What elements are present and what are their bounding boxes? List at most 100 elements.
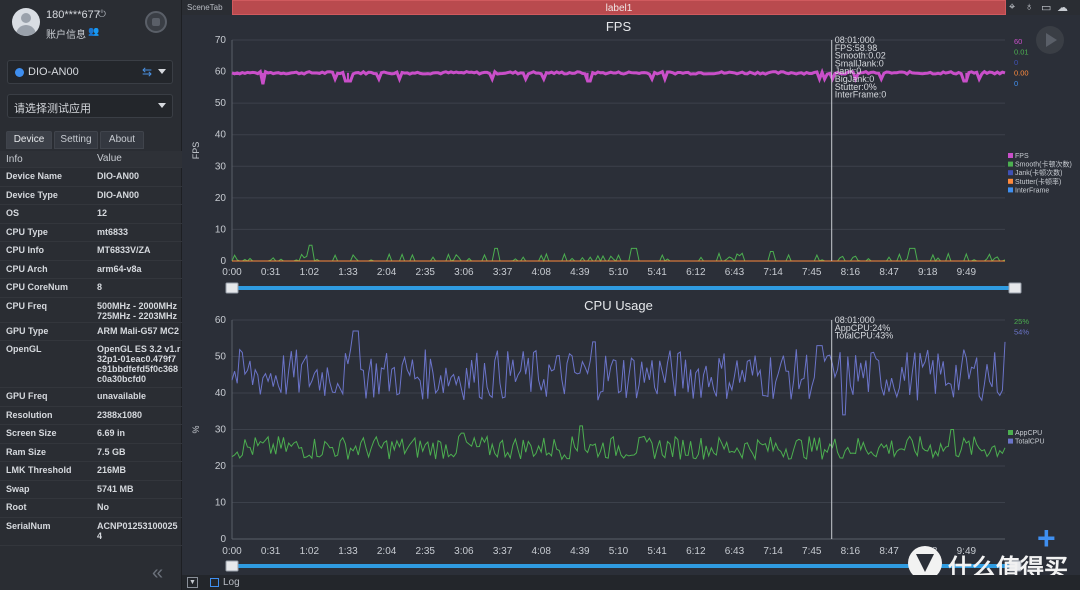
info-key: CPU CoreNum xyxy=(6,282,69,292)
x-tick-label: 9:18 xyxy=(918,267,938,278)
right-value: 0.00 xyxy=(1014,69,1029,78)
log-label: Log xyxy=(223,577,240,588)
info-key: Root xyxy=(6,502,27,512)
avatar[interactable] xyxy=(12,8,40,36)
play-button[interactable] xyxy=(1036,26,1064,54)
table-row: CPU Freq 500MHz - 2000MHz 725MHz - 2203MH… xyxy=(0,298,182,323)
table-row: Device Type DIO-AN00 xyxy=(0,187,182,205)
account-info-link[interactable]: 账户信息 xyxy=(46,26,86,41)
x-tick-label: 7:45 xyxy=(802,546,822,557)
info-key: SerialNum xyxy=(6,520,51,531)
app-select-value: 请选择测试应用 xyxy=(14,103,91,115)
legend-swatch xyxy=(1008,438,1013,444)
chart-title: CPU Usage xyxy=(584,298,653,313)
legend-label: TotalCPU xyxy=(1015,439,1045,446)
device-icon xyxy=(15,68,24,77)
time-slider-track xyxy=(232,564,1015,568)
expand-dropdown-icon[interactable]: ▼ xyxy=(187,577,198,588)
info-key: Swap xyxy=(6,483,30,494)
y-tick-label: 30 xyxy=(215,161,227,172)
info-key: Resolution xyxy=(6,409,53,420)
y-tick-label: 60 xyxy=(215,67,227,78)
legend-label: AppCPU xyxy=(1015,430,1042,437)
scene-tab[interactable]: SceneTab xyxy=(182,0,232,15)
log-checkbox[interactable] xyxy=(210,578,219,587)
table-row: CPU Info MT6833V/ZA xyxy=(0,242,182,261)
cursor-readout: TotalCPU:43% xyxy=(835,331,894,341)
pin-icon[interactable]: ♁ xyxy=(1025,1,1033,13)
device-select[interactable]: DIO-AN00 ⇆ xyxy=(7,60,173,84)
x-tick-label: 2:35 xyxy=(416,267,436,278)
info-value: arm64-v8a xyxy=(97,263,142,274)
slider-handle-left[interactable] xyxy=(225,282,239,294)
chevron-down-icon xyxy=(158,103,166,108)
x-tick-label: 5:41 xyxy=(647,546,667,557)
x-tick-label: 2:04 xyxy=(377,546,397,557)
location-icon[interactable]: ⌖ xyxy=(1009,1,1015,14)
collapse-sidebar-icon[interactable]: « xyxy=(152,562,163,585)
cloud-icon[interactable]: ☁ xyxy=(1057,1,1068,14)
right-value: 0 xyxy=(1014,58,1018,67)
info-key: CPU Freq xyxy=(6,300,48,311)
info-value: No xyxy=(97,502,109,512)
info-key: OpenGL xyxy=(6,344,42,354)
x-tick-label: 3:06 xyxy=(454,267,474,278)
table-row: GPU Freq unavailable xyxy=(0,388,182,407)
x-tick-label: 8:47 xyxy=(879,546,899,557)
x-tick-label: 3:37 xyxy=(493,267,513,278)
account-icon: 👥 xyxy=(88,26,100,36)
x-tick-label: 2:04 xyxy=(377,267,397,278)
y-tick-label: 20 xyxy=(215,461,227,472)
x-tick-label: 1:33 xyxy=(338,267,358,278)
info-value: 5741 MB xyxy=(97,483,134,494)
slider-handle-left[interactable] xyxy=(225,560,239,572)
info-value: 216MB xyxy=(97,465,127,475)
info-value: 6.69 in xyxy=(97,428,126,438)
table-row: CPU Arch arm64-v8a xyxy=(0,261,182,279)
x-tick-label: 6:12 xyxy=(686,267,706,278)
slider-handle-right[interactable] xyxy=(1008,282,1022,294)
info-key: Device Name xyxy=(6,171,63,181)
stop-record-button[interactable] xyxy=(145,11,167,33)
legend-swatch xyxy=(1008,153,1013,158)
tab-label1[interactable]: label1 xyxy=(232,0,1006,15)
table-row: Resolution 2388x1080 xyxy=(0,407,182,425)
info-key: GPU Freq xyxy=(6,391,48,401)
x-tick-label: 9:49 xyxy=(957,267,977,278)
x-tick-label: 4:39 xyxy=(570,546,590,557)
header-value: Value xyxy=(97,153,122,164)
series-line-totalcpu xyxy=(231,330,1006,416)
tab-setting[interactable]: Setting xyxy=(54,131,98,149)
x-tick-label: 8:16 xyxy=(841,546,861,557)
x-tick-label: 0:00 xyxy=(222,546,242,557)
info-value: 12 xyxy=(97,208,108,218)
legend-swatch xyxy=(1008,161,1013,167)
right-value: 0.01 xyxy=(1014,48,1029,57)
info-key: OS xyxy=(6,208,20,218)
folder-icon[interactable]: ▭ xyxy=(1041,1,1051,14)
tab-device[interactable]: Device xyxy=(6,131,52,149)
info-value: 2388x1080 xyxy=(97,409,143,420)
legend-swatch xyxy=(1008,187,1013,193)
info-value: DIO-AN00 xyxy=(97,171,140,181)
top-bar: SceneTab label1 ⌖ ♁ ▭ ☁ xyxy=(182,0,1080,15)
x-tick-label: 8:16 xyxy=(841,267,861,278)
y-tick-label: 20 xyxy=(215,193,227,204)
power-icon[interactable]: ⏻ xyxy=(98,9,106,20)
table-row: Device Name DIO-AN00 xyxy=(0,168,182,187)
connection-icon[interactable]: ⇆ xyxy=(142,65,152,79)
table-row: SerialNum ACNP012531000254 xyxy=(0,518,182,546)
info-key: CPU Info xyxy=(6,245,44,255)
tab-about[interactable]: About xyxy=(100,131,144,149)
x-tick-label: 6:43 xyxy=(725,267,745,278)
sidebar: 180****677 ⏻ 账户信息 👥 DIO-AN00 ⇆ 请选择测试应用 D… xyxy=(0,0,182,590)
y-tick-label: 0 xyxy=(220,256,226,267)
y-tick-label: 30 xyxy=(215,425,227,436)
y-tick-label: 40 xyxy=(215,388,227,399)
app-select[interactable]: 请选择测试应用 xyxy=(7,94,173,118)
info-key: CPU Type xyxy=(6,226,48,237)
info-key: CPU Arch xyxy=(6,263,48,274)
info-value: ARM Mali-G57 MC2 xyxy=(97,325,180,336)
series-line-smooth xyxy=(231,244,1006,263)
info-value: unavailable xyxy=(97,391,147,401)
